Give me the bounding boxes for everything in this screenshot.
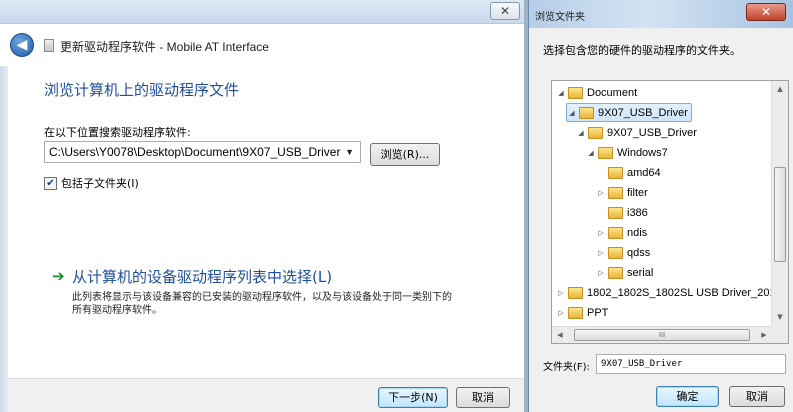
tree-vertical-scroll-thumb[interactable] (774, 167, 786, 262)
tree-folder-item[interactable]: ◢ Windows7 (586, 143, 668, 162)
pick-from-list-description-line2: 所有驱动程序软件。 (72, 305, 162, 316)
tree-folder-label: Windows7 (617, 146, 668, 159)
tree-folder-item[interactable]: ▷ 1802_1802S_1802SL USB Driver_2018C (556, 283, 789, 302)
browse-button[interactable]: 浏览(R)... (370, 143, 440, 166)
tree-folder-item[interactable]: i386 (596, 203, 648, 222)
tree-folder-label: 1802_1802S_1802SL USB Driver_2018C (587, 286, 789, 299)
tree-horizontal-scrollbar[interactable]: ◀ III ▶ (552, 326, 772, 343)
folder-icon (568, 86, 583, 99)
folder-icon (588, 126, 603, 139)
folder-icon (608, 166, 623, 179)
include-subfolders-option[interactable]: ✔ 包括子文件夹(I) (44, 175, 139, 191)
tree-vertical-scrollbar[interactable]: ▲ ▼ (771, 81, 788, 326)
folder-name-field[interactable]: 9X07_USB_Driver (596, 354, 786, 374)
browse-folder-dialog: 浏览文件夹 ✕ 选择包含您的硬件的驱动程序的文件夹。 ◢ Document ◢ 9X0… (528, 0, 793, 412)
ok-button[interactable]: 确定 (656, 386, 719, 407)
folder-icon (598, 146, 613, 159)
tree-folder-label: serial (627, 266, 654, 279)
tree-folder-item[interactable]: ▷ ndis (596, 223, 647, 242)
folder-icon (608, 266, 623, 279)
folder-icon (608, 206, 623, 219)
folder-field-label: 文件夹(F): (543, 362, 590, 373)
scroll-right-icon[interactable]: ▶ (756, 327, 772, 343)
tree-folder-item[interactable]: ▷ PPT (556, 303, 608, 322)
driver-path-value: C:\Users\Y0078\Desktop\Document\9X07_USB… (49, 145, 341, 159)
back-button[interactable]: ◀ (10, 33, 34, 57)
tree-folder-label: i386 (627, 206, 648, 219)
tree-folder-item[interactable]: ▷ qdss (596, 243, 650, 262)
tree-horizontal-scroll-thumb[interactable]: III (574, 329, 750, 341)
wizard-titlebar: ✕ (0, 0, 528, 24)
tree-folder-item[interactable]: ▷ serial (596, 263, 653, 282)
scroll-up-icon[interactable]: ▲ (772, 81, 788, 98)
scrollbar-corner (771, 326, 788, 343)
tree-folder-label: Document (587, 86, 638, 99)
tree-folder-label: 9X07_USB_Driver (598, 106, 688, 119)
browse-dialog-instruction: 选择包含您的硬件的驱动程序的文件夹。 (543, 44, 741, 57)
tree-folder-label: amd64 (627, 166, 661, 179)
tree-folder-item[interactable]: ◢ 9X07_USB_Driver (566, 103, 692, 122)
tree-folder-label: qdss (627, 246, 651, 259)
wizard-close-button[interactable]: ✕ (490, 2, 520, 20)
browse-cancel-button[interactable]: 取消 (729, 386, 785, 407)
wizard-left-border (0, 24, 8, 412)
folder-icon (579, 106, 594, 119)
collapsed-arrow-icon[interactable]: ▷ (596, 229, 606, 237)
update-driver-wizard: ✕ ◀ 更新驱动程序软件 - Mobile AT Interface 浏览计算机… (0, 0, 528, 412)
tree-folder-label: filter (627, 186, 648, 199)
tree-folder-label: ndis (627, 226, 648, 239)
green-arrow-icon: ➔ (52, 267, 65, 285)
collapsed-arrow-icon[interactable]: ▷ (596, 269, 606, 277)
wizard-footer (8, 379, 528, 412)
scroll-down-icon[interactable]: ▼ (772, 309, 788, 326)
folder-icon (568, 286, 583, 299)
expanded-arrow-icon[interactable]: ◢ (576, 129, 586, 137)
tree-folder-item[interactable]: ◢ 9X07_USB_Driver (576, 123, 697, 142)
driver-path-combobox[interactable]: C:\Users\Y0078\Desktop\Document\9X07_USB… (44, 141, 361, 163)
folder-icon (608, 186, 623, 199)
expanded-arrow-icon[interactable]: ◢ (586, 149, 596, 157)
search-location-label: 在以下位置搜索驱动程序软件: (44, 126, 191, 139)
wizard-cancel-button[interactable]: 取消 (456, 387, 510, 408)
tree-folder-item[interactable]: amd64 (596, 163, 661, 182)
include-subfolders-label: 包括子文件夹(I) (61, 177, 139, 190)
pick-from-list-link[interactable]: 从计算机的设备驱动程序列表中选择(L) (72, 266, 332, 287)
next-button[interactable]: 下一步(N) (378, 387, 448, 408)
folder-tree[interactable]: ◢ Document ◢ 9X07_USB_Driver ◢ 9X07_USB_Drive… (551, 80, 789, 344)
device-icon (44, 39, 54, 52)
collapsed-arrow-icon[interactable]: ▷ (556, 289, 566, 297)
wizard-header: ◀ 更新驱动程序软件 - Mobile AT Interface (0, 24, 528, 66)
scroll-left-icon[interactable]: ◀ (552, 327, 568, 343)
tree-folder-item[interactable]: ◢ Document (556, 83, 637, 102)
collapsed-arrow-icon[interactable]: ▷ (596, 189, 606, 197)
collapsed-arrow-icon[interactable]: ▷ (596, 249, 606, 257)
back-arrow-icon: ◀ (16, 37, 28, 53)
folder-icon (608, 246, 623, 259)
browse-dialog-titlebar: 浏览文件夹 ✕ (529, 0, 793, 28)
expanded-arrow-icon[interactable]: ◢ (556, 89, 566, 97)
folder-icon (608, 226, 623, 239)
include-subfolders-checkbox[interactable]: ✔ (44, 176, 57, 190)
browse-dialog-title: 浏览文件夹 (535, 12, 585, 23)
tree-folder-item[interactable]: ▷ filter (596, 183, 648, 202)
combo-dropdown-icon[interactable]: ▼ (345, 142, 354, 162)
page-heading: 浏览计算机上的驱动程序文件 (44, 81, 240, 99)
browse-dialog-close-button[interactable]: ✕ (746, 3, 786, 21)
collapsed-arrow-icon[interactable]: ▷ (556, 309, 566, 317)
tree-folder-label: 9X07_USB_Driver (607, 126, 697, 139)
tree-folder-label: PPT (587, 306, 609, 319)
wizard-title: 更新驱动程序软件 - Mobile AT Interface (60, 40, 269, 54)
expanded-arrow-icon[interactable]: ◢ (567, 109, 577, 117)
folder-icon (568, 306, 583, 319)
